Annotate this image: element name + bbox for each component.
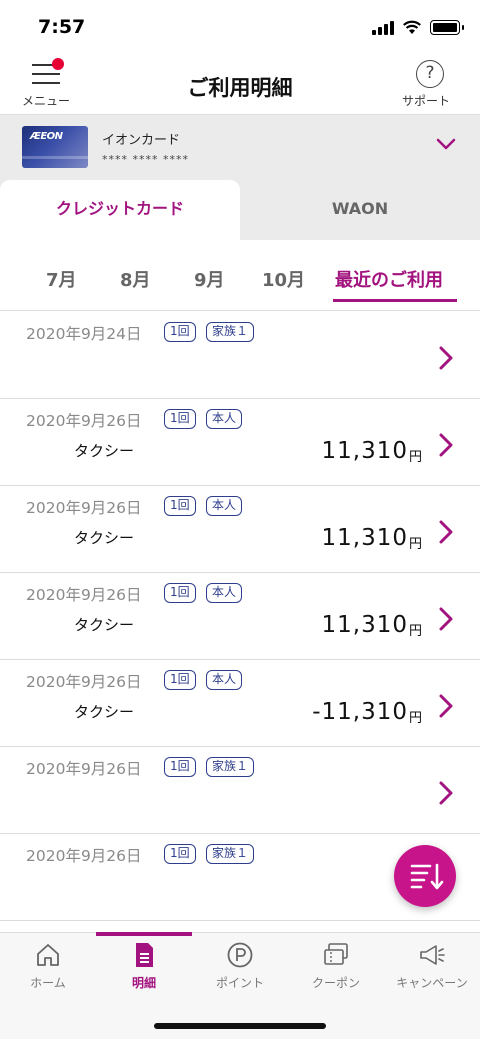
transaction-date: 2020年9月24日 xyxy=(26,325,142,343)
transaction-date: 2020年9月26日 xyxy=(26,673,142,691)
transaction-amount: -11,310 xyxy=(312,699,408,725)
nav-statement-label: 明細 xyxy=(131,976,156,990)
chevron-down-icon[interactable] xyxy=(436,137,456,151)
installment-badge: 1回 xyxy=(164,583,196,603)
merchant-name: タクシー xyxy=(74,442,135,460)
tab-credit-card[interactable]: クレジットカード xyxy=(0,180,240,240)
card-name: イオンカード xyxy=(102,133,181,148)
help-icon: ? xyxy=(416,60,444,88)
transaction-row[interactable]: 2020年9月26日 1回 本人 タクシー 11,310 円 xyxy=(0,399,480,486)
statement-icon xyxy=(136,943,153,967)
transaction-date: 2020年9月26日 xyxy=(26,760,142,778)
merchant-name: タクシー xyxy=(74,616,135,634)
transaction-row[interactable]: 2020年9月26日 1回 家族１ xyxy=(0,747,480,834)
status-time: 7:57 xyxy=(38,16,86,38)
installment-badge: 1回 xyxy=(164,670,196,690)
nav-points[interactable]: ポイント xyxy=(192,933,288,1003)
bottom-nav: ホーム 明細 ポイント クーポン キャンペーン xyxy=(0,932,480,1039)
chevron-right-icon xyxy=(439,433,453,457)
tab-waon[interactable]: WAON xyxy=(240,180,480,240)
sort-button[interactable] xyxy=(394,845,456,907)
cardholder-badge: 家族１ xyxy=(206,322,255,342)
payment-type-tabs: クレジットカード WAON xyxy=(0,180,480,240)
status-icons xyxy=(372,20,464,35)
chevron-right-icon xyxy=(439,346,453,370)
transaction-amount: 11,310 xyxy=(321,525,408,551)
month-tab-august[interactable]: 8月 xyxy=(120,266,151,292)
card-number: **** **** **** xyxy=(102,153,189,166)
cardholder-badge: 家族１ xyxy=(206,844,255,864)
cardholder-badge: 家族１ xyxy=(206,757,255,777)
card-selector[interactable]: ÆEON イオンカード **** **** **** xyxy=(0,114,480,180)
nav-home[interactable]: ホーム xyxy=(0,933,96,1003)
currency-unit: 円 xyxy=(408,537,422,552)
month-tab-september[interactable]: 9月 xyxy=(194,266,225,292)
chevron-right-icon xyxy=(439,694,453,718)
home-icon xyxy=(37,944,59,966)
nav-bar: メニュー ご利用明細 ? サポート xyxy=(0,58,480,114)
month-tab-recent[interactable]: 最近のご利用 xyxy=(335,266,443,292)
month-tab-october[interactable]: 10月 xyxy=(262,266,305,292)
support-label: サポート xyxy=(402,94,451,108)
merchant-name: タクシー xyxy=(74,703,135,721)
month-tab-july[interactable]: 7月 xyxy=(46,266,77,292)
wifi-icon xyxy=(403,20,421,34)
installment-badge: 1回 xyxy=(164,496,196,516)
transaction-row[interactable]: 2020年9月26日 1回 本人 タクシー -11,310 円 xyxy=(0,660,480,747)
battery-icon xyxy=(430,20,464,35)
cellular-signal-icon xyxy=(372,20,394,35)
chevron-right-icon xyxy=(439,781,453,805)
nav-campaign[interactable]: キャンペーン xyxy=(384,933,480,1003)
status-bar: 7:57 xyxy=(0,0,480,58)
transaction-amount: 11,310 xyxy=(321,612,408,638)
cardholder-badge: 本人 xyxy=(206,583,243,603)
installment-badge: 1回 xyxy=(164,844,196,864)
installment-badge: 1回 xyxy=(164,322,196,342)
divider xyxy=(0,310,480,311)
notification-dot xyxy=(52,58,64,70)
transaction-date: 2020年9月26日 xyxy=(26,412,142,430)
active-tab-underline xyxy=(333,299,457,302)
currency-unit: 円 xyxy=(408,450,422,465)
currency-unit: 円 xyxy=(408,624,422,639)
transaction-date: 2020年9月26日 xyxy=(26,586,142,604)
nav-campaign-label: キャンペーン xyxy=(396,976,468,990)
transaction-row[interactable]: 2020年9月26日 1回 本人 タクシー 11,310 円 xyxy=(0,573,480,660)
sort-icon xyxy=(410,863,444,890)
installment-badge: 1回 xyxy=(164,409,196,429)
nav-home-label: ホーム xyxy=(30,976,66,990)
support-button[interactable]: ? サポート xyxy=(402,58,462,114)
month-tabs: 7月 8月 9月 10月 最近のご利用 xyxy=(0,240,480,312)
transaction-row[interactable]: 2020年9月26日 1回 本人 タクシー 11,310 円 xyxy=(0,486,480,573)
cardholder-badge: 本人 xyxy=(206,409,243,429)
transaction-date: 2020年9月26日 xyxy=(26,847,142,865)
installment-badge: 1回 xyxy=(164,757,196,777)
transaction-amount: 11,310 xyxy=(321,438,408,464)
coupon-icon xyxy=(324,943,348,965)
cardholder-badge: 本人 xyxy=(206,670,243,690)
point-icon xyxy=(227,942,253,968)
merchant-name: タクシー xyxy=(74,529,135,547)
home-indicator xyxy=(154,1023,326,1029)
nav-coupon-label: クーポン xyxy=(311,976,360,990)
campaign-icon xyxy=(420,945,445,965)
chevron-right-icon xyxy=(439,520,453,544)
card-logo: ÆEON xyxy=(30,131,63,142)
nav-points-label: ポイント xyxy=(215,976,264,990)
nav-statement[interactable]: 明細 xyxy=(96,933,192,1003)
cardholder-badge: 本人 xyxy=(206,496,243,516)
transaction-list: 2020年9月24日 1回 家族１ 2020年9月26日 1回 本人 タクシー … xyxy=(0,312,480,921)
transaction-date: 2020年9月26日 xyxy=(26,499,142,517)
nav-coupon[interactable]: クーポン xyxy=(288,933,384,1003)
currency-unit: 円 xyxy=(408,711,422,726)
chevron-right-icon xyxy=(439,607,453,631)
card-image: ÆEON xyxy=(22,126,88,168)
transaction-row[interactable]: 2020年9月24日 1回 家族１ xyxy=(0,312,480,399)
